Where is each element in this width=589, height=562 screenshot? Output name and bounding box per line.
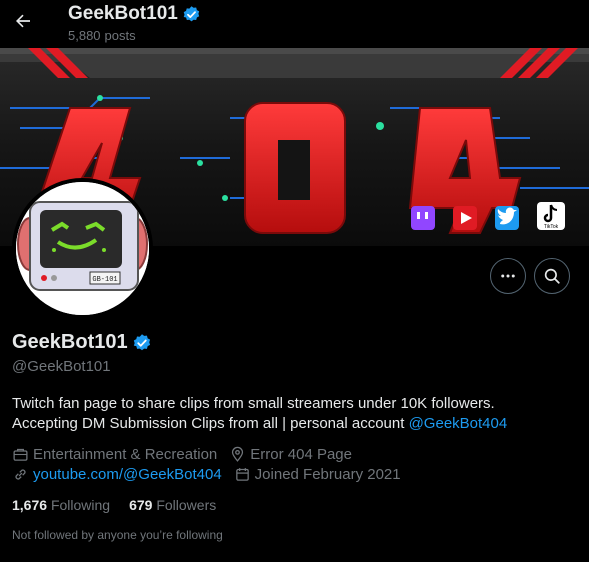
robot-avatar-image: GB-101 (16, 182, 149, 315)
arrow-left-icon (16, 14, 30, 28)
followers-link[interactable]: 679 Followers (129, 497, 216, 513)
avatar[interactable]: GB-101 (12, 178, 153, 319)
calendar-icon (235, 468, 249, 481)
following-link[interactable]: 1,676 Following (12, 497, 110, 513)
profile-display-name: GeekBot101 (12, 331, 128, 353)
profile-bio: Twitch fan page to share clips from smal… (12, 394, 582, 434)
bio-mention-link[interactable]: @GeekBot404 (409, 415, 508, 432)
followers-count: 679 (129, 497, 153, 513)
profile-meta-row-1: Entertainment & Recreation Error 404 Pag… (12, 446, 360, 463)
profile-meta-row-2: youtube.com/@GeekBot404 Joined February … (12, 466, 409, 483)
not-followed-note: Not followed by anyone you’re following (12, 528, 223, 542)
header-title: GeekBot101 (68, 3, 201, 25)
post-count-value: 5,880 (68, 28, 101, 43)
profile-handle: @GeekBot101 (12, 358, 111, 375)
avatar-label: GB-101 (92, 276, 117, 284)
following-label: Following (50, 497, 111, 513)
bio-line-1: Twitch fan page to share clips from smal… (12, 395, 495, 412)
profile-top-bar: GeekBot101 5,880 posts (0, 0, 589, 48)
tiktok-label: TikTok (544, 224, 559, 230)
website-link[interactable]: youtube.com/@GeekBot404 (33, 466, 222, 483)
bio-line-2-text: Accepting DM Submission Clips from all |… (12, 415, 405, 432)
verified-badge-icon[interactable] (132, 333, 152, 353)
search-profile-button[interactable] (534, 258, 570, 294)
joined-item: Joined February 2021 (234, 466, 401, 483)
back-button[interactable] (8, 6, 38, 36)
more-dots-icon (501, 274, 515, 278)
post-count: 5,880 posts (68, 28, 140, 43)
profile-name: GeekBot101 (12, 331, 152, 354)
twitch-icon (411, 206, 435, 230)
category-text: Entertainment & Recreation (33, 446, 218, 463)
post-count-label: posts (104, 28, 136, 43)
following-count: 1,676 (12, 497, 48, 513)
location-text: Error 404 Page (250, 446, 352, 463)
joined-text: Joined February 2021 (254, 466, 401, 483)
location-item: Error 404 Page (229, 446, 352, 463)
header-name: GeekBot101 (68, 3, 178, 24)
website-item: youtube.com/@GeekBot404 (12, 466, 222, 483)
search-icon (544, 268, 560, 284)
followers-label: Followers (156, 497, 217, 513)
category-item: Entertainment & Recreation (12, 446, 217, 463)
location-pin-icon (232, 446, 244, 462)
link-icon (15, 469, 26, 480)
verified-badge-icon (183, 5, 200, 21)
briefcase-icon (13, 448, 28, 461)
bio-line-2: Accepting DM Submission Clips from all |… (12, 414, 582, 434)
more-options-button[interactable] (490, 258, 526, 294)
follow-stats: 1,676 Following 679 Followers (12, 497, 216, 513)
